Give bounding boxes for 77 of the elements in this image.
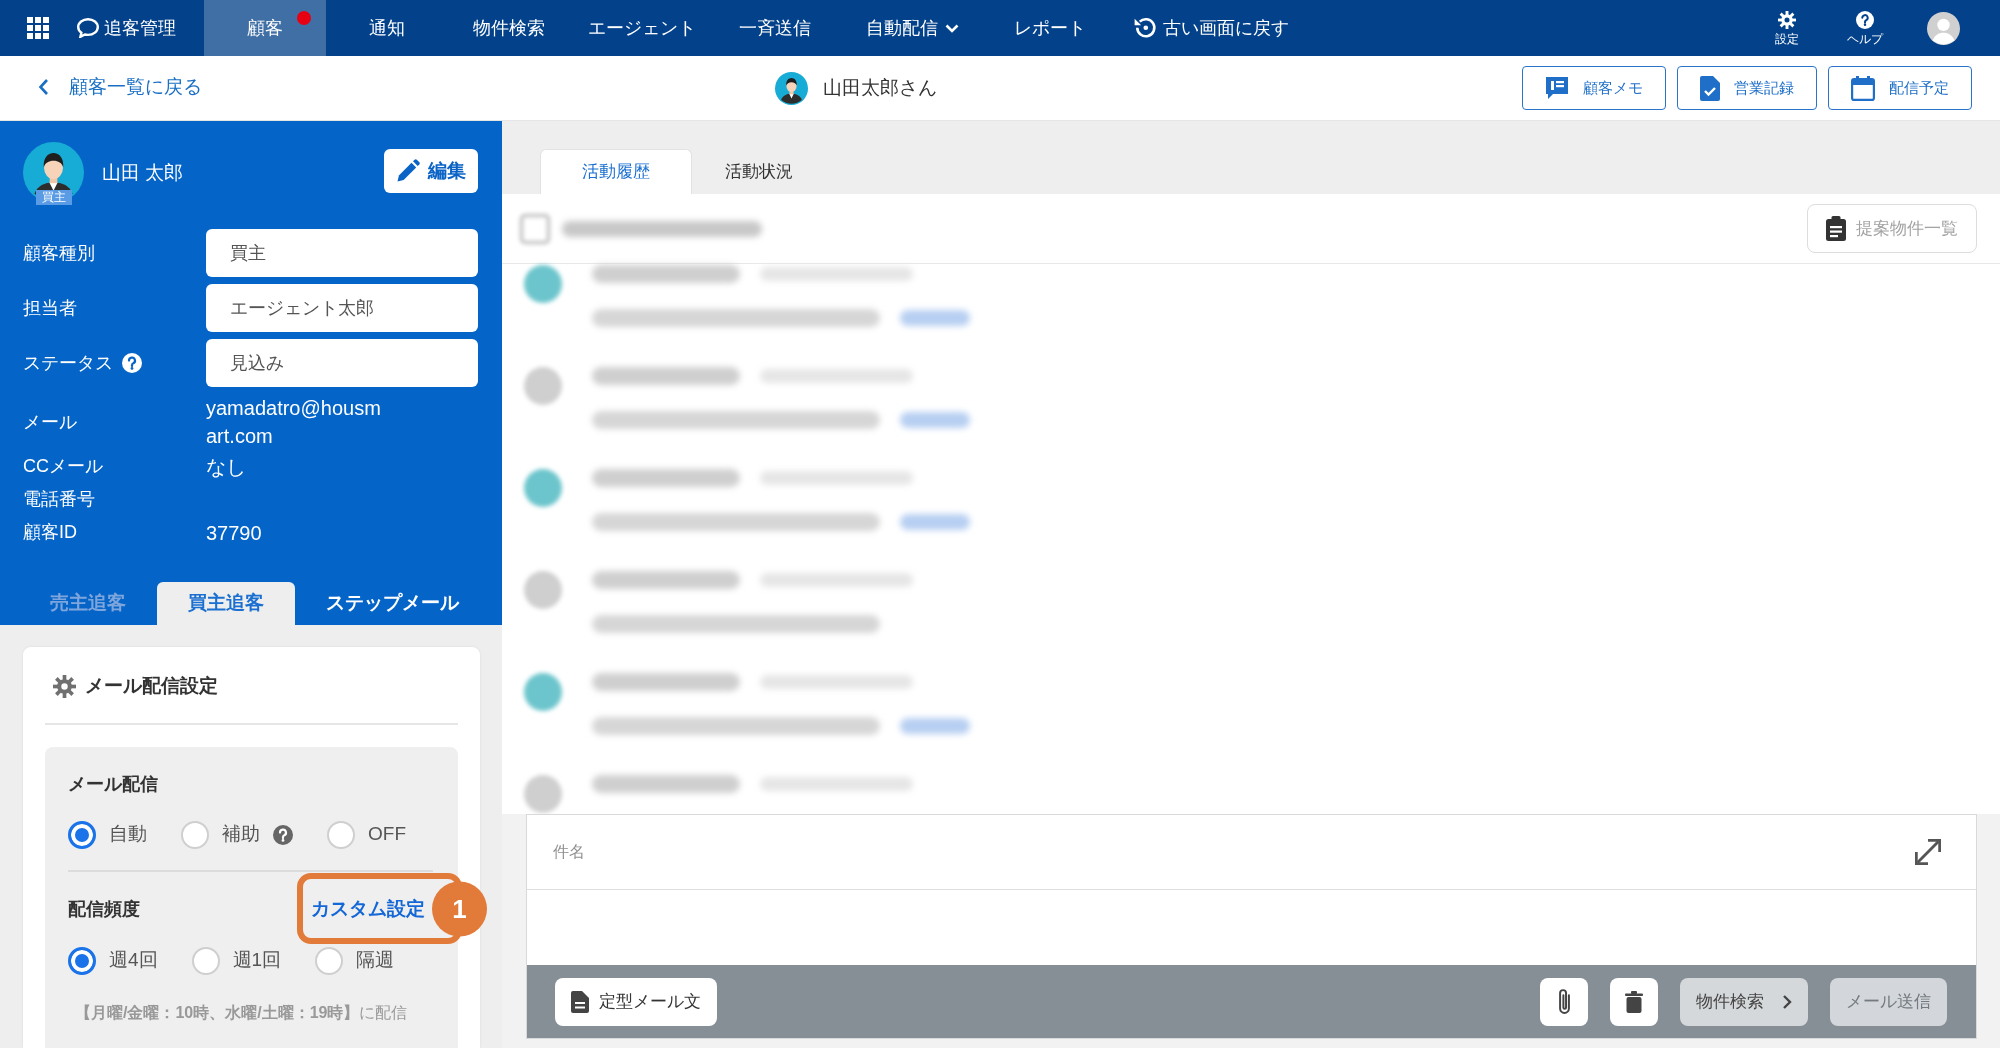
history-icon [1133,16,1157,40]
user-avatar-icon[interactable] [1926,11,1960,45]
field-label: 電話番号 [23,488,95,511]
nav-tab[interactable]: 通知 [326,0,448,56]
nav-tab[interactable]: 自動配信 [836,0,989,56]
expand-icon[interactable] [1915,839,1941,865]
field-label: 担当者 [23,296,77,320]
avatar-icon [775,71,808,105]
subject-field[interactable]: 件名 [553,836,1915,868]
field-label: 顧客種別 [23,241,95,265]
blurred-checkbox-icon [520,213,550,244]
radio-option[interactable]: 自動 [68,820,147,849]
field-value: 37790 [206,520,262,546]
brand-link[interactable]: 追客管理 [77,0,204,56]
tab[interactable]: ステップメール [295,582,490,625]
help-icon[interactable] [273,824,293,845]
settings-icon [1778,11,1796,29]
note-bubble-icon [1545,76,1569,100]
custom-settings-link[interactable]: カスタム設定 [311,896,425,921]
speech-bubble-icon [77,18,99,38]
document-check-icon [1700,75,1720,101]
nav-tab[interactable]: 顧客 [204,0,326,56]
section-label: 配信頻度 [68,897,140,921]
sales-record-button[interactable]: 営業記録 [1677,66,1817,110]
radio-option[interactable]: 補助 [181,820,293,849]
customer-name: 山田 太郎 [102,161,184,185]
edit-button[interactable]: 編集 [384,149,478,193]
chevron-left-icon [38,78,49,97]
field-label: ステータス [23,351,113,375]
schedule-note: 【月曜/金曜：10時、水曜/土曜：19時】に配信 [74,1002,409,1023]
tab[interactable]: 買主追客 [157,582,295,625]
chevron-right-icon [1782,993,1792,1010]
card-title: メール配信設定 [85,674,218,698]
field-label: CCメール [23,455,103,478]
memo-button[interactable]: 顧客メモ [1522,66,1666,110]
gear-icon [53,674,76,698]
schedule-button[interactable]: 配信予定 [1828,66,1972,110]
trash-icon [1625,990,1643,1013]
customer-name: 山田太郎さん [823,75,937,100]
app-grid-icon[interactable] [27,17,49,39]
nav-tab[interactable]: 物件検索 [448,0,570,56]
attach-button[interactable] [1540,977,1588,1026]
radio-option[interactable]: 隔週 [315,946,395,975]
nav-tab[interactable]: レポート [989,0,1111,56]
tab[interactable]: 活動履歴 [540,149,692,194]
field-value: なし [206,454,246,480]
field-value: yamadatro@housmart.com [206,396,382,449]
input-field[interactable]: エージェント太郎 [206,284,478,332]
input-field[interactable]: 買主 [206,229,478,277]
customer-type-badge: 買主 [35,190,72,205]
nav-tab[interactable]: エージェント [570,0,714,56]
radio-option[interactable]: OFF [327,820,406,849]
calendar-icon [1851,75,1875,101]
help-icon[interactable] [122,353,142,373]
tab[interactable]: 活動状況 [692,149,826,194]
settings-link[interactable]: 設定 [1748,0,1826,56]
radio-option[interactable]: 週1回 [191,946,282,975]
document-icon [571,990,589,1013]
radio-icon[interactable] [68,820,96,849]
callout-number: 1 [432,881,487,936]
template-button[interactable]: 定型メール文 [555,977,717,1026]
back-link[interactable]: 顧客一覧に戻る [38,72,202,102]
paperclip-icon [1558,989,1570,1014]
legacy-screen-link[interactable]: 古い画面に戻す [1133,0,1289,56]
field-label: 顧客ID [23,521,77,544]
input-field[interactable]: 見込み [206,339,478,387]
pencil-icon [396,159,420,183]
radio-icon[interactable] [68,946,96,975]
field-label: メール [23,410,77,434]
nav-tab[interactable]: 一斉送信 [714,0,836,56]
clipboard-icon [1826,216,1846,241]
help-link[interactable]: ヘルプ [1826,0,1904,56]
help-icon [1856,11,1874,29]
property-search-button[interactable]: 物件検索 [1680,977,1808,1026]
delete-button[interactable] [1610,977,1658,1026]
radio-option[interactable]: 週4回 [68,946,158,975]
section-label: メール配信 [68,772,159,796]
